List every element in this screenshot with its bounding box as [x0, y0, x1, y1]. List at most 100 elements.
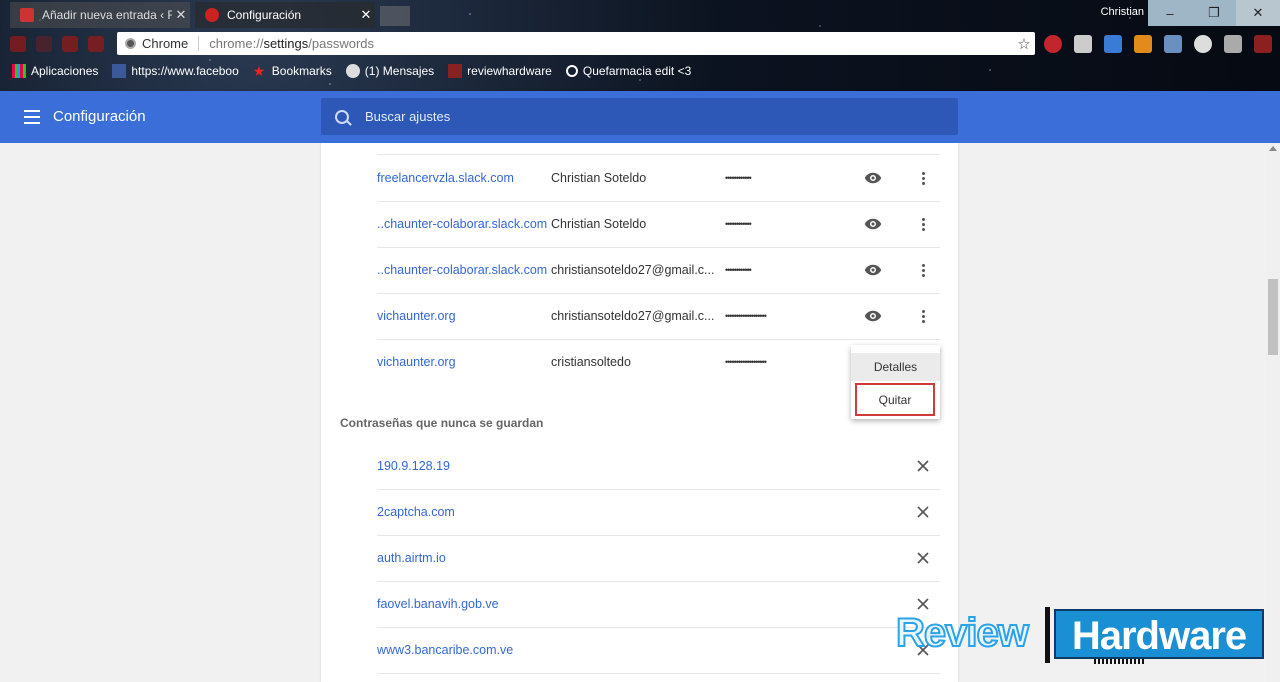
- password-user: christiansoteldo27@gmail.c...: [551, 263, 715, 277]
- never-saved-site[interactable]: 2captcha.com: [377, 505, 455, 519]
- never-saved-site[interactable]: faovel.banavih.gob.ve: [377, 597, 499, 611]
- show-password-icon[interactable]: [864, 169, 882, 187]
- bookmark-label: Aplicaciones: [31, 64, 99, 78]
- url-host: settings: [263, 36, 309, 51]
- url-prefix: chrome://: [209, 36, 264, 51]
- watermark-hardware-text: Hardware: [1071, 614, 1247, 658]
- search-input[interactable]: [363, 108, 927, 125]
- extension-icon[interactable]: [1134, 35, 1152, 53]
- bookmark-bookmarks[interactable]: ★ Bookmarks: [253, 64, 332, 78]
- search-icon: [335, 109, 349, 124]
- never-saved-row: 2captcha.com: [377, 489, 940, 536]
- settings-toolbar: Configuración: [0, 91, 1280, 143]
- bookmarks-bar: Aplicaciones https://www.faceboo ★ Bookma…: [12, 64, 691, 78]
- watermark-review-text: Review: [895, 610, 1030, 656]
- watermark-bar: [1045, 607, 1050, 663]
- extension-icon[interactable]: [1074, 35, 1092, 53]
- gear-icon: [205, 8, 219, 22]
- password-site[interactable]: vichaunter.org: [377, 309, 551, 323]
- password-context-menu: Detalles Quitar: [851, 345, 940, 419]
- password-user: christiansoteldo27@gmail.c...: [551, 309, 715, 323]
- password-row: ..chaunter-colaborar.slack.com Christian…: [377, 201, 940, 248]
- bookmark-facebook[interactable]: https://www.faceboo: [112, 64, 239, 78]
- extension-icon[interactable]: [1224, 35, 1242, 53]
- show-password-icon[interactable]: [864, 261, 882, 279]
- more-actions-icon[interactable]: [914, 260, 932, 280]
- home-icon[interactable]: [88, 36, 104, 52]
- bookmark-label: Bookmarks: [271, 64, 332, 78]
- extension-icon[interactable]: [1104, 35, 1122, 53]
- scroll-up-icon[interactable]: [1269, 146, 1277, 151]
- close-window-button[interactable]: ✕: [1236, 0, 1280, 26]
- never-saved-row: www3.bancaribe.com.ve: [377, 627, 940, 674]
- facebook-icon: [112, 64, 127, 78]
- back-icon[interactable]: [10, 36, 26, 52]
- extension-icon[interactable]: [1194, 35, 1212, 53]
- show-password-icon[interactable]: [864, 307, 882, 325]
- tab-new-post[interactable]: Añadir nueva entrada ‹ R... ✕: [10, 2, 190, 28]
- scrollbar-thumb[interactable]: [1268, 279, 1278, 355]
- password-row: freelancervzla.slack.com Christian Sotel…: [377, 155, 940, 202]
- url-path: /passwords: [308, 36, 374, 51]
- bookmark-label: reviewhardware: [467, 64, 552, 78]
- chrome-icon: [125, 38, 136, 49]
- address-bar[interactable]: Chrome chrome://settings/passwords ☆: [117, 32, 1035, 55]
- search-icon: [565, 65, 578, 77]
- minimize-button[interactable]: –: [1148, 0, 1192, 26]
- extension-icon[interactable]: [1254, 35, 1272, 53]
- remove-icon[interactable]: [915, 504, 931, 520]
- browser-frame: Añadir nueva entrada ‹ R... ✕ Configurac…: [0, 0, 1280, 91]
- details-menu-item[interactable]: Detalles: [851, 353, 940, 381]
- adblock-icon[interactable]: [1044, 35, 1062, 53]
- tab-settings[interactable]: Configuración ✕: [195, 2, 375, 28]
- apps-grid-icon: [12, 64, 26, 78]
- section-heading: Contraseñas que nunca se guardan: [340, 416, 544, 430]
- hamburger-menu-icon[interactable]: [24, 110, 40, 124]
- url-text[interactable]: chrome://settings/passwords: [209, 36, 1013, 51]
- bookmark-star-icon[interactable]: ☆: [1013, 35, 1035, 53]
- settings-content: freelancervzla.slack.com Christian Sotel…: [0, 143, 1266, 682]
- close-tab-icon[interactable]: ✕: [172, 7, 190, 23]
- more-actions-icon[interactable]: [914, 168, 932, 188]
- tab-title: Configuración: [227, 8, 302, 22]
- nav-buttons: [10, 36, 104, 52]
- bookmark-messages[interactable]: (1) Mensajes: [345, 64, 434, 78]
- maximize-button[interactable]: ❐: [1192, 0, 1236, 26]
- password-site[interactable]: ..chaunter-colaborar.slack.com: [377, 263, 551, 277]
- page-title: Configuración: [53, 108, 146, 125]
- remove-icon[interactable]: [915, 550, 931, 566]
- extension-icons: [1044, 35, 1272, 53]
- password-site[interactable]: vichaunter.org: [377, 355, 551, 369]
- new-tab-button[interactable]: [380, 6, 410, 26]
- bookmark-label: Quefarmacia edit <3: [582, 64, 692, 78]
- password-site[interactable]: ..chaunter-colaborar.slack.com: [377, 217, 551, 231]
- profile-name[interactable]: Christian: [1101, 6, 1144, 18]
- settings-search[interactable]: [321, 98, 958, 135]
- remove-menu-item[interactable]: Quitar: [855, 383, 935, 416]
- more-actions-icon[interactable]: [914, 306, 932, 326]
- never-saved-site[interactable]: auth.airtm.io: [377, 551, 446, 565]
- watermark-comb: [1094, 659, 1146, 664]
- never-saved-site[interactable]: 190.9.128.19: [377, 459, 450, 473]
- never-saved-site[interactable]: www3.bancaribe.com.ve: [377, 643, 513, 657]
- forward-icon[interactable]: [36, 36, 52, 52]
- password-site[interactable]: freelancervzla.slack.com: [377, 171, 551, 185]
- more-actions-icon[interactable]: [914, 214, 932, 234]
- scrollbar[interactable]: [1266, 143, 1280, 682]
- site-chip[interactable]: Chrome: [125, 36, 188, 51]
- bookmark-quefarmacia[interactable]: Quefarmacia edit <3: [565, 64, 692, 78]
- close-tab-icon[interactable]: ✕: [357, 7, 375, 23]
- never-saved-row: faovel.banavih.gob.ve: [377, 581, 940, 628]
- watermark-box: Hardware: [1054, 609, 1264, 659]
- password-value: ••••••••••••: [725, 265, 752, 275]
- remove-icon[interactable]: [915, 458, 931, 474]
- bookmark-label: https://www.faceboo: [131, 64, 239, 78]
- messages-icon: [345, 64, 360, 78]
- bookmark-apps[interactable]: Aplicaciones: [12, 64, 98, 78]
- extension-icon[interactable]: [1164, 35, 1182, 53]
- show-password-icon[interactable]: [864, 215, 882, 233]
- watermark-logo: Review Hardware: [895, 607, 1270, 667]
- reload-icon[interactable]: [62, 36, 78, 52]
- bookmark-icon: [448, 64, 463, 78]
- bookmark-reviewhardware[interactable]: reviewhardware: [448, 64, 552, 78]
